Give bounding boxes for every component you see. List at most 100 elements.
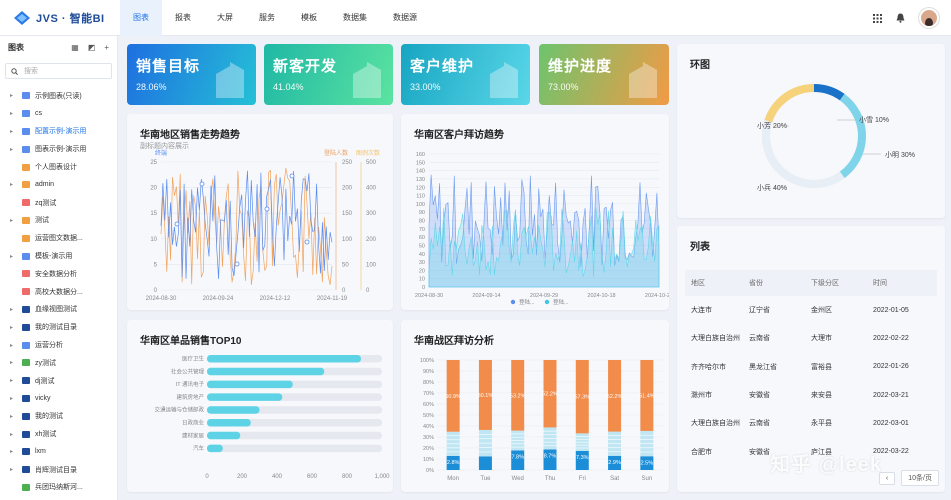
tree-item[interactable]: ▸ admin [0,176,117,194]
column-header[interactable]: 地区 [685,278,749,288]
ring-slice [762,119,845,188]
apps-grid-icon[interactable] [873,13,882,23]
table-row[interactable]: 滁州市 安徽省 来安县 2022-03-21 [685,381,937,409]
tree-item[interactable]: ▸ dj测试 [0,372,117,390]
tree-item[interactable]: ▸ 模板-演示用 [0,247,117,265]
expand-arrow-icon[interactable]: ▸ [10,466,18,473]
x-tick-label: 2024-10-29 [645,293,669,299]
tree-item[interactable]: 运营图文数据... [0,229,117,247]
table-cell: 辽宁省 [749,307,770,315]
data-label: 2.5% [641,460,654,466]
top10-chart[interactable]: 0 200 400 600 800 1,000 医疗卫生社会公共管理 IT 通讯电子建筑房地产… [127,320,393,492]
add-icon[interactable]: + [104,43,109,52]
visit-analysis-chart[interactable]: 0% 10% 20% 30% 40% 50% 60% 70% 80% 90% 100% 50.9% 2.… [401,320,669,492]
tree-item[interactable]: ▸ 运营分析 [0,336,117,354]
tree-item[interactable]: ▸ 配置示例-演示用 [0,123,117,141]
folder-icon [22,145,30,153]
tree-item[interactable]: ▸ 图表示例-演示用 [0,140,117,158]
expand-arrow-icon[interactable]: ▸ [10,431,18,438]
tree-item[interactable]: ▸ cs [0,105,117,123]
tree-item[interactable]: ▸ 我的测试 [0,407,117,425]
column-header[interactable]: 下级分区 [811,278,873,288]
chart-view-icon[interactable]: ◩ [88,43,96,52]
tree-item[interactable]: zq测试 [0,194,117,212]
tab-datasource[interactable]: 数据源 [380,0,430,36]
table-cell: 2022-01-26 [873,363,909,371]
y-tick-label: 70 [419,227,425,233]
kpi-card-new-customer[interactable]: 新客开发 41.04% [264,44,393,105]
search-input[interactable]: 搜索 [5,63,112,79]
kpi-card-maintenance-progress[interactable]: 维护进度 73.00% [539,44,669,105]
page-size-select[interactable]: 10条/页 [901,470,939,486]
tree-item[interactable]: ▸ 血缘视图测试 [0,301,117,319]
expand-arrow-icon[interactable]: ▸ [10,342,18,349]
legend-label: 登陆人数 [324,149,348,157]
tab-chart[interactable]: 图表 [120,0,162,36]
table-cell: 2022-02-22 [873,334,909,342]
expand-arrow-icon[interactable]: ▸ [10,217,18,224]
data-label: 50.9% [445,394,461,400]
kpi-card-sales-target[interactable]: 销售目标 28.06% [127,44,256,105]
tree-item[interactable]: 安全数据分析 [0,265,117,283]
tree-item-label: 我的测试目录 [35,324,77,332]
expand-arrow-icon[interactable]: ▸ [10,92,18,99]
data-point [234,261,240,267]
building-icon [490,62,518,98]
expand-arrow-icon[interactable]: ▸ [10,448,18,455]
table-row[interactable]: 齐齐哈尔市 黑龙江省 富裕县 2022-01-26 [685,353,937,381]
tab-bigscreen[interactable]: 大屏 [204,0,246,36]
tree-item[interactable]: ▸ xh测试 [0,425,117,443]
bell-icon[interactable] [896,13,905,23]
tree-item[interactable]: ▸ 肖辉测试目录 [0,461,117,479]
category-label: IT 通讯电子 [176,380,205,388]
sales-trend-chart[interactable]: 0 0 0 5 50 100 10 100 200 15 150 300 20 200 400 25 250 50… [127,114,393,310]
table-row[interactable]: 大连市 辽宁省 金州区 2022-01-05 [685,296,937,324]
y-tick-label: 80% [423,380,434,386]
expand-arrow-icon[interactable]: ▸ [10,324,18,331]
expand-arrow-icon[interactable]: ▸ [10,253,18,260]
table-row[interactable]: 大理白族自治州 云南省 大理市 2022-02-22 [685,324,937,352]
y-tick-label: 90 [419,210,425,216]
legend-marker [544,299,550,305]
legend-label: 登陆... [553,298,569,306]
y-tick-label: 300 [366,211,377,217]
expand-arrow-icon[interactable]: ▸ [10,306,18,313]
tree-item[interactable]: ▸ 测试 [0,212,117,230]
data-point [174,221,180,227]
slice-label: 小芳 20% [757,121,787,130]
table-row[interactable]: 大理白族自治州 云南省 永平县 2022-03-01 [685,409,937,437]
x-tick-label: 2024-12-12 [260,296,291,302]
expand-arrow-icon[interactable]: ▸ [10,377,18,384]
ring-chart[interactable]: 小雪 10% 小明 30% 小兵 40% 小芳 20% [677,44,945,218]
tree-item[interactable]: 高校大数据分... [0,283,117,301]
column-header[interactable]: 省份 [749,278,811,288]
visit-trend-panel: 华南区客户拜访趋势 0 10 20 30 40 50 60 70 80 90 100 110 120 13… [401,114,669,310]
expand-arrow-icon[interactable]: ▸ [10,128,18,135]
tree-item[interactable]: 兵团玛纳斯河... [0,479,117,497]
expand-arrow-icon[interactable]: ▸ [10,146,18,153]
expand-arrow-icon[interactable]: ▸ [10,181,18,188]
tree-item[interactable]: ▸ zy测试 [0,354,117,372]
kpi-card-customer-maintenance[interactable]: 客户维护 33.00% [401,44,530,105]
tab-report[interactable]: 报表 [162,0,204,36]
tab-template[interactable]: 模板 [288,0,330,36]
tree-item[interactable]: ▸ lxm [0,443,117,461]
tree-item-label: 个人图表设计 [35,164,77,172]
expand-arrow-icon[interactable]: ▸ [10,110,18,117]
tab-service[interactable]: 服务 [246,0,288,36]
expand-arrow-icon[interactable]: ▸ [10,359,18,366]
series-line-terminal [160,170,333,279]
top-right-tools [873,8,939,28]
app-logo[interactable]: JVS · 智能BI [14,10,105,26]
expand-arrow-icon[interactable]: ▸ [10,413,18,420]
visit-trend-chart[interactable]: 0 10 20 30 40 50 60 70 80 90 100 110 120 130 140 150 160… [401,114,669,310]
tab-dataset[interactable]: 数据集 [330,0,380,36]
expand-arrow-icon[interactable]: ▸ [10,395,18,402]
tree-item[interactable]: ▸ vicky [0,390,117,408]
table-view-icon[interactable]: ▦ [71,43,79,52]
user-avatar[interactable] [919,8,939,28]
tree-item[interactable]: 个人图表设计 [0,158,117,176]
tree-item[interactable]: ▸ 示例图表(只读) [0,87,117,105]
column-header[interactable]: 时间 [873,278,933,288]
tree-item[interactable]: ▸ 我的测试目录 [0,318,117,336]
